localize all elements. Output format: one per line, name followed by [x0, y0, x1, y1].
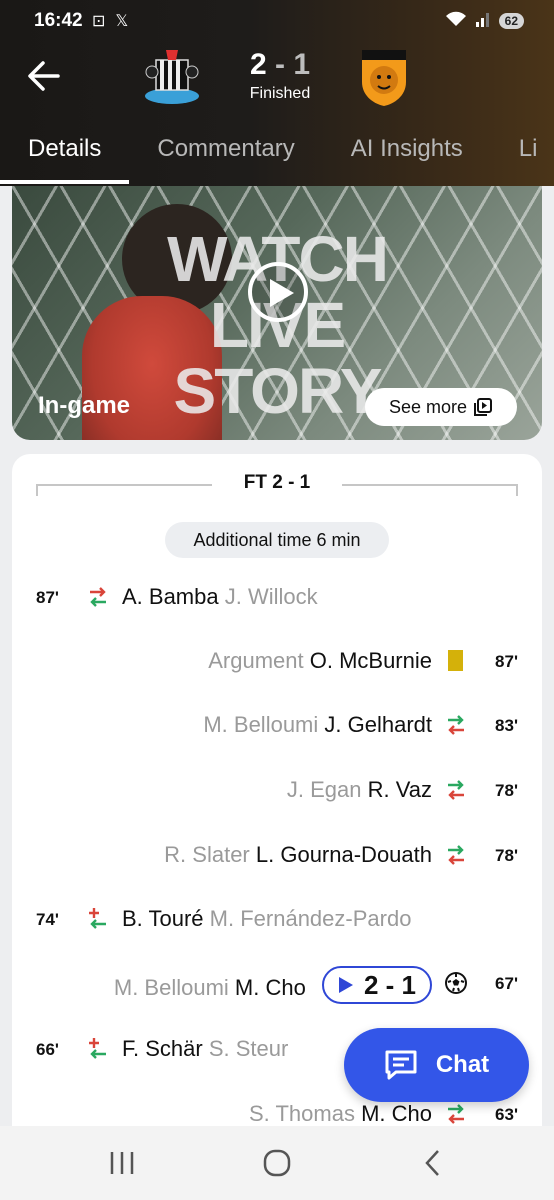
play-icon	[338, 977, 353, 993]
substitution-icon	[448, 780, 464, 800]
yellow-card-icon	[448, 650, 463, 671]
match-header: 16:42 ⊡ 𝕏 62 2 - 1 Finished Details Comm…	[0, 0, 554, 186]
substitution-icon	[90, 587, 106, 607]
chevron-left-icon	[425, 1150, 439, 1176]
injury-substitution-icon	[89, 1038, 106, 1059]
chat-button[interactable]: Chat	[344, 1028, 529, 1102]
status-time: 16:42	[34, 10, 83, 31]
nav-back-button[interactable]	[413, 1148, 453, 1178]
ft-label: FT 2 - 1	[212, 472, 342, 494]
timeline-event[interactable]: M. Belloumi M. Cho 2 - 1 67'	[12, 964, 542, 1004]
home-score: 2	[249, 48, 267, 81]
away-team-logo[interactable]	[354, 46, 414, 108]
play-icon	[270, 279, 294, 307]
arrow-left-icon	[28, 61, 60, 91]
goal-replay-button[interactable]: 2 - 1	[321, 966, 432, 1004]
tab-lineups[interactable]: Li	[491, 132, 554, 186]
timeline-event[interactable]: J. Egan R. Vaz 78'	[12, 771, 542, 811]
x-app-icon: 𝕏	[115, 13, 129, 30]
system-nav-bar	[0, 1126, 554, 1200]
timeline-event[interactable]: 87' A. Bamba J. Willock	[12, 578, 542, 618]
timeline-event[interactable]: 74' B. Touré M. Fernández-Pardo	[12, 900, 542, 940]
chat-bubble-icon	[385, 1050, 417, 1080]
tab-commentary[interactable]: Commentary	[129, 132, 322, 186]
home-button[interactable]	[257, 1148, 297, 1178]
see-more-button[interactable]: See more	[365, 388, 517, 426]
recent-apps-button[interactable]	[102, 1148, 142, 1178]
tab-details[interactable]: Details	[0, 132, 130, 186]
wifi-icon	[445, 11, 467, 31]
live-story-card[interactable]: WATCH LIVE STORY In-game See more	[12, 186, 542, 440]
match-tabs: Details Commentary AI Insights Li	[0, 132, 554, 186]
substitution-icon	[448, 715, 464, 735]
signal-icon	[475, 11, 491, 31]
tab-ai-insights[interactable]: AI Insights	[323, 132, 491, 186]
substitution-icon	[448, 845, 464, 865]
timeline-event[interactable]: M. Belloumi J. Gelhardt 83'	[12, 706, 542, 746]
substitution-icon	[448, 1104, 464, 1124]
score-separator: -	[275, 48, 285, 81]
football-icon	[445, 972, 467, 994]
away-score: 1	[293, 48, 311, 81]
play-button[interactable]	[248, 262, 308, 322]
status-bar: 16:42 ⊡ 𝕏 62	[0, 0, 554, 40]
timeline-event[interactable]: R. Slater L. Gourna-Douath 78'	[12, 836, 542, 876]
battery-indicator: 62	[498, 13, 524, 29]
screenshot-icon: ⊡	[92, 13, 106, 30]
injury-substitution-icon	[89, 908, 106, 929]
home-team-logo[interactable]	[142, 46, 202, 108]
back-button[interactable]	[24, 56, 64, 96]
timeline-event[interactable]: Argument O. McBurnie 87'	[12, 642, 542, 682]
scoreline: 2 - 1	[240, 48, 320, 82]
additional-time-badge: Additional time 6 min	[165, 522, 389, 558]
recent-apps-icon	[110, 1152, 134, 1174]
match-status: Finished	[249, 85, 311, 102]
media-library-icon	[474, 398, 493, 416]
home-icon	[263, 1149, 291, 1177]
story-tag: In-game	[38, 392, 131, 419]
